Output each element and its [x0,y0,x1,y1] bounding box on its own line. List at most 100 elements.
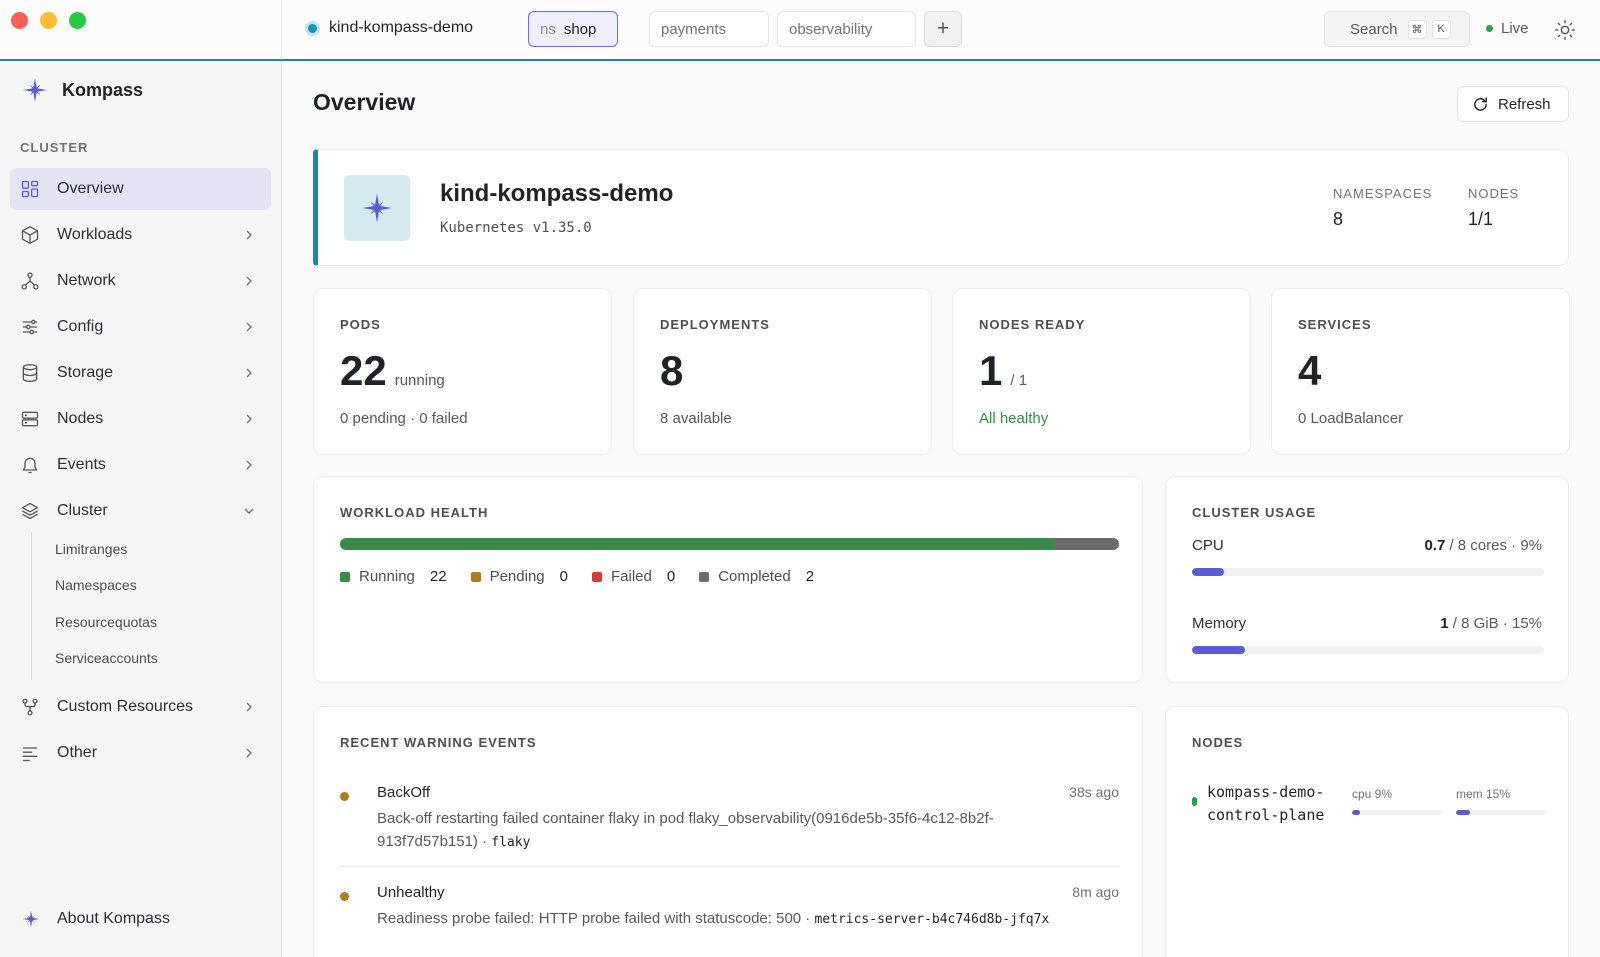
sidebar-item-custom-resources[interactable]: Custom Resources [10,686,271,728]
add-namespace-button[interactable]: + [924,11,962,47]
chevron-right-icon [246,368,252,378]
nodes-card: NODES kompass-demo-control-plane cpu 9% … [1165,706,1569,957]
stat-label: NODES READY [979,317,1086,332]
stat-card-pods[interactable]: PODS 22 running 0 pending · 0 failed [313,288,612,455]
sidebar-item-storage[interactable]: Storage [10,352,271,394]
search-button[interactable]: Search ⌘ K [1324,11,1470,47]
about-kompass-link[interactable]: About Kompass [22,910,170,928]
sidebar-item-nodes[interactable]: Nodes [10,398,271,440]
sidebar-item-overview[interactable]: Overview [10,168,271,210]
sun-icon[interactable] [1554,19,1576,41]
list-icon [22,747,38,762]
chevron-right-icon [246,414,252,424]
sidebar-item-events[interactable]: Events [10,444,271,486]
sidebar-item-label: Cluster [57,502,108,519]
health-segment-running [340,538,1055,550]
command-key-icon: ⌘ [1407,19,1427,39]
sidebar-item-label: Other [57,744,98,761]
sidebar-subitem-resourcequotas[interactable]: Resourcequotas [55,614,157,630]
chevron-right-icon [246,230,252,240]
stat-value-group: 8 [660,347,691,395]
legend-label: Running [359,568,415,585]
chevron-right-icon [246,748,252,758]
legend-item-pending: Pending 0 [470,568,568,585]
namespace-tab-shop[interactable]: ns shop [528,11,618,47]
node-name[interactable]: kompass-demo-control-plane [1207,781,1337,827]
sidebar-item-config[interactable]: Config [10,306,271,348]
cpu-used: 0.7 [1424,537,1446,554]
sidebar-subitem-limitranges[interactable]: Limitranges [55,541,127,557]
workload-health-legend: Running 22 Pending 0 Failed 0 Completed 2 [340,568,814,585]
stat-card-nodes-ready[interactable]: NODES READY 1 / 1 All healthy [952,288,1251,455]
event-object[interactable]: metrics-server-b4c746d8b-jfq7x [814,912,1049,927]
submenu-guide-line [31,532,32,680]
sidebar-item-label: Storage [57,364,114,381]
cluster-summary-card: kind-kompass-demo Kubernetes v1.35.0 NAM… [313,149,1569,266]
stat-value-group: 1 / 1 [979,347,1027,395]
event-message-text: Readiness probe failed: HTTP probe faile… [377,910,815,927]
stat-card-deployments[interactable]: DEPLOYMENTS 8 8 available [633,288,932,455]
legend-count: 2 [805,568,815,585]
sidebar-item-label: Workloads [57,226,133,243]
sidebar-item-label: Network [57,272,116,289]
warning-dot-icon [340,792,349,801]
stat-value-group: 4 [1298,347,1329,395]
sidebar-item-network[interactable]: Network [10,260,271,302]
sidebar-item-label: Custom Resources [57,698,194,715]
node-mem-bar [1456,810,1546,815]
namespace-tab-observability[interactable]: observability [777,11,916,47]
page-title: Overview [313,89,416,115]
sidebar-item-workloads[interactable]: Workloads [10,214,271,256]
legend-swatch [470,571,481,582]
sidebar-item-label: Overview [57,180,124,197]
sidebar-item-other[interactable]: Other [10,732,271,774]
cpu-usage-bar [1192,568,1544,576]
stat-label: PODS [340,317,381,332]
grid-icon [21,180,39,198]
sidebar-section-label: CLUSTER [20,140,89,155]
cube-icon [21,226,39,244]
context-selector[interactable]: kind-kompass-demo [305,19,473,37]
node-cpu-fill [1352,810,1361,815]
memory-usage-fill [1192,646,1245,654]
sidebar-subitem-serviceaccounts[interactable]: Serviceaccounts [55,650,158,666]
cpu-label: CPU [1192,537,1224,554]
chevron-down-icon [244,508,254,514]
refresh-label: Refresh [1498,95,1551,113]
namespaces-label: NAMESPACES [1333,186,1433,201]
stat-subtext: 8 available [660,410,732,427]
minimize-window-button[interactable] [40,12,57,29]
nodes-label: NODES [1468,186,1520,201]
legend-item-completed: Completed 2 [699,568,814,585]
brand[interactable]: Kompass [22,77,143,103]
namespace-name: shop [563,20,597,38]
stat-subtext: 0 pending · 0 failed [340,410,468,427]
maximize-window-button[interactable] [69,12,86,29]
stat-value: 8 [660,347,684,394]
server-icon [21,411,39,427]
workload-health-label: WORKLOAD HEALTH [340,505,489,520]
chevron-right-icon [246,702,252,712]
git-fork-icon [22,698,38,716]
context-name: kind-kompass-demo [329,19,474,36]
sidebar: Kompass CLUSTER Overview Workloads Netwo… [0,61,282,957]
sliders-icon [22,319,38,335]
workload-health-bar [340,538,1119,550]
refresh-icon [1474,96,1487,111]
workload-health-card: WORKLOAD HEALTH Running 22 Pending 0 Failed 0… [313,476,1143,683]
event-object[interactable]: flaky [491,835,530,850]
stat-card-services[interactable]: SERVICES 4 0 LoadBalancer [1271,288,1570,455]
cluster-name: kind-kompass-demo [440,180,674,207]
warning-events-card: RECENT WARNING EVENTS BackOff 38s ago Ba… [313,706,1143,957]
close-window-button[interactable] [11,12,28,29]
cpu-rest: / 8 cores · 9% [1445,537,1542,554]
chevron-right-icon [246,460,252,470]
sidebar-subitem-namespaces[interactable]: Namespaces [55,577,137,593]
search-label: Search [1350,20,1398,38]
sidebar-item-cluster[interactable]: Cluster [10,490,271,532]
event-divider [340,866,1119,867]
live-label: Live [1501,20,1529,37]
refresh-button[interactable]: Refresh [1457,86,1569,122]
legend-swatch [591,571,602,582]
namespace-tab-payments[interactable]: payments [649,11,769,47]
